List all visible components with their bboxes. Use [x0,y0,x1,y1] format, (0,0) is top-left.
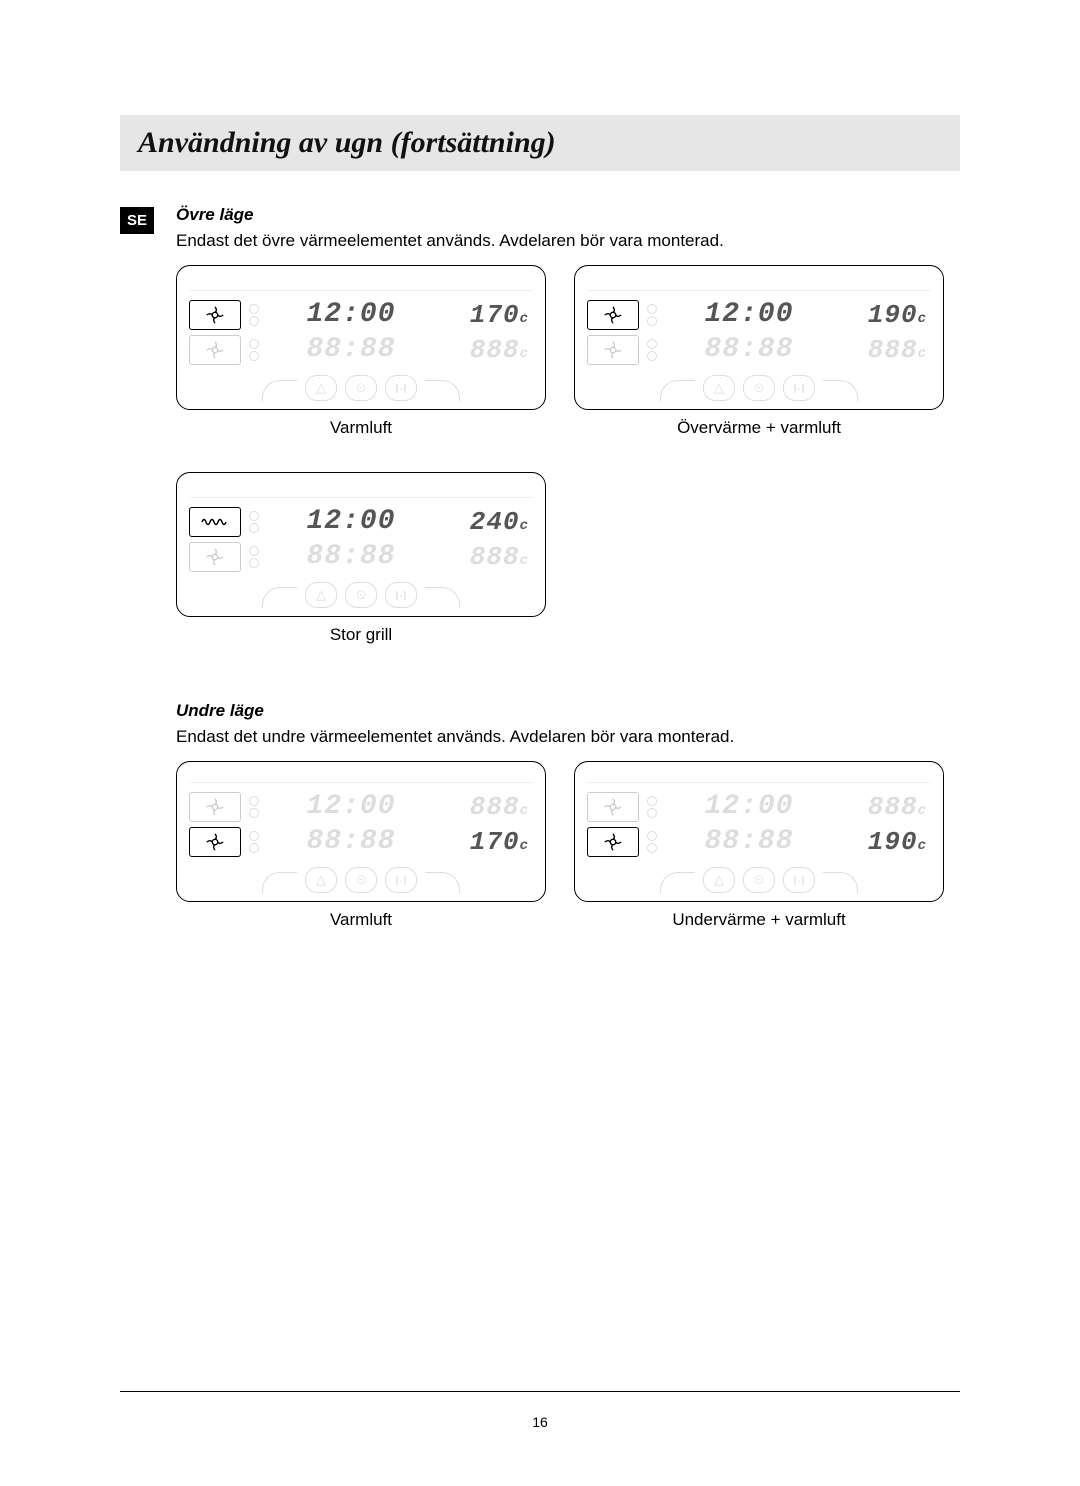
panel-caption: Övervärme + varmluft [677,418,841,438]
time-display-dim: 88:88 [307,334,396,365]
mode-box [587,300,639,330]
display-panel-lower-0: 12:00 888c 88:88 170c [176,761,546,902]
footer-rule [120,1391,960,1392]
ghost-button: △ [305,867,337,893]
ghost-button-row: △ ⏲ I·I [587,375,931,401]
ghost-button: I·I [385,375,417,401]
time-display: 12:00 [307,299,396,330]
temp-display-dim: 888c [470,542,529,572]
temp-display: 190c [868,300,927,330]
mode-box [189,300,241,330]
mode-box-dim [189,542,241,572]
fan-icon [602,339,624,361]
temp-display: 170c [470,300,529,330]
ghost-button: ⏲ [345,582,377,608]
mode-box [189,507,241,537]
display-panel-lower-1: 12:00 888c 88:88 190c [574,761,944,902]
panel-caption: Varmluft [330,418,392,438]
panel-caption: Stor grill [330,625,392,645]
fan-icon [602,831,624,853]
display-panel-upper-2: 12:00 240c 88:88 888c [176,472,546,617]
mode-box-dim [189,335,241,365]
upper-desc: Endast det övre värmeelementet används. … [176,231,960,251]
time-display-dim: 88:88 [705,334,794,365]
ghost-button: △ [703,867,735,893]
ghost-button: △ [703,375,735,401]
ghost-button-row: △ ⏲ I·I [189,375,533,401]
ghost-button: ⏲ [345,375,377,401]
time-display-dim: 12:00 [705,791,794,822]
ghost-button: △ [305,375,337,401]
mode-box-dim [189,792,241,822]
page-title: Användning av ugn (fortsättning) [138,126,556,160]
temp-display-dim: 888c [868,335,927,365]
lower-heading: Undre läge [176,701,960,721]
fan-icon [204,304,226,326]
grill-icon [200,515,230,529]
fan-icon [204,546,226,568]
ghost-button: ⏲ [743,867,775,893]
temp-display-dim: 888c [470,335,529,365]
page-header: Användning av ugn (fortsättning) [120,115,960,171]
temp-display: 240c [470,507,529,537]
panel-caption: Varmluft [330,910,392,930]
ghost-button: △ [305,582,337,608]
display-panel-upper-0: 12:00 170c 88:88 888c [176,265,546,410]
time-display-dim: 88:88 [307,826,396,857]
time-display-dim: 88:88 [307,541,396,572]
upper-heading: Övre läge [176,205,960,225]
mode-box [587,827,639,857]
fan-icon [602,304,624,326]
page-number: 16 [0,1414,1080,1430]
ghost-button: ⏲ [345,867,377,893]
temp-display-dim: 888c [470,792,529,822]
fan-icon [602,796,624,818]
temp-display: 190c [868,827,927,857]
ghost-button: I·I [385,582,417,608]
ghost-button: ⏲ [743,375,775,401]
time-display-dim: 88:88 [705,826,794,857]
language-badge: SE [120,207,154,234]
time-display: 12:00 [307,506,396,537]
time-display-dim: 12:00 [307,791,396,822]
mode-box-dim [587,792,639,822]
ghost-button: I·I [385,867,417,893]
ghost-button-row: △ ⏲ I·I [189,867,533,893]
ghost-button: I·I [783,867,815,893]
fan-icon [204,339,226,361]
fan-icon [204,796,226,818]
display-panel-upper-1: 12:00 190c 88:88 888c [574,265,944,410]
ghost-button-row: △ ⏲ I·I [587,867,931,893]
panel-caption: Undervärme + varmluft [672,910,845,930]
temp-display: 170c [470,827,529,857]
lower-desc: Endast det undre värmeelementet används.… [176,727,960,747]
mode-box-dim [587,335,639,365]
mode-box [189,827,241,857]
ghost-button: I·I [783,375,815,401]
time-display: 12:00 [705,299,794,330]
ghost-button-row: △ ⏲ I·I [189,582,533,608]
fan-icon [204,831,226,853]
temp-display-dim: 888c [868,792,927,822]
